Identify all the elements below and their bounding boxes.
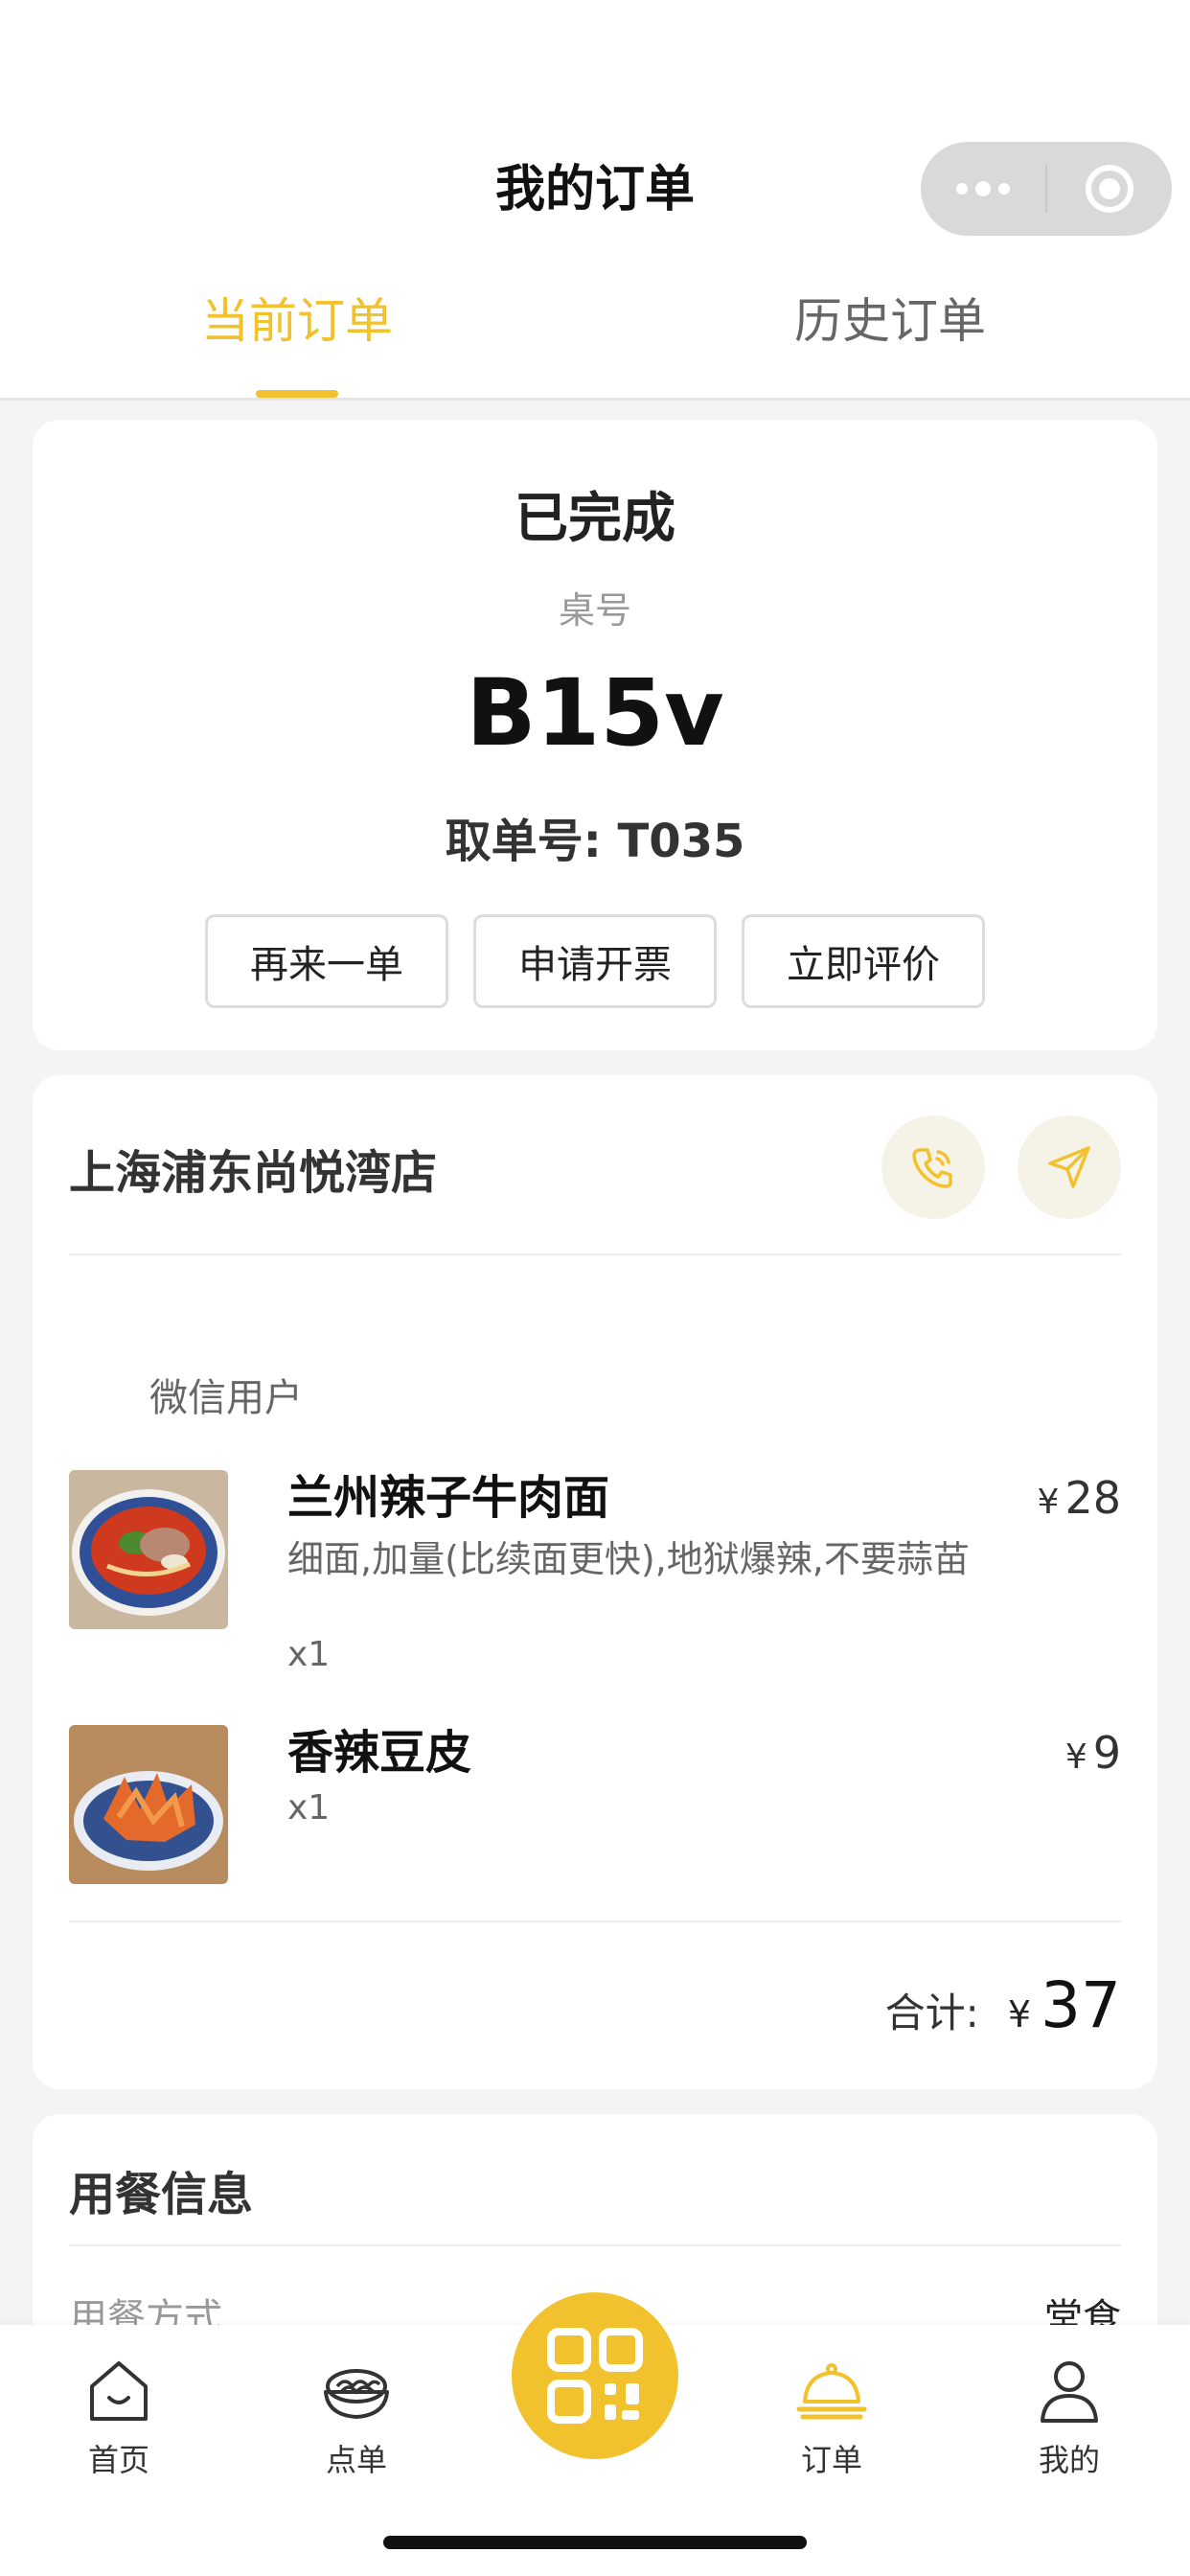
- store-name: 上海浦东尚悦湾店: [69, 1146, 438, 1200]
- food-image-beef-noodles: [69, 1470, 228, 1629]
- item-name: 香辣豆皮: [287, 1726, 472, 1780]
- order-item: 香辣豆皮 x1 ¥9: [69, 1725, 1121, 1888]
- currency-symbol: ¥: [1007, 1993, 1032, 2036]
- qr-code-icon: [547, 2328, 643, 2424]
- item-price-value: 28: [1064, 1472, 1121, 1524]
- request-invoice-button[interactable]: 申请开票: [473, 914, 717, 1008]
- item-name: 兰州辣子牛肉面: [287, 1471, 610, 1525]
- tabbar-label: 订单: [800, 2442, 862, 2478]
- cloche-icon: [796, 2363, 867, 2420]
- review-button[interactable]: 立即评价: [742, 914, 985, 1008]
- order-status: 已完成: [515, 488, 675, 550]
- active-tab-indicator: [256, 390, 338, 398]
- bowl-icon: [324, 2369, 389, 2419]
- person-icon: [1041, 2361, 1098, 2423]
- header: 我的订单 当前订单 历史订单: [0, 0, 1190, 401]
- currency-symbol: ¥: [1064, 1737, 1087, 1777]
- tab-history-orders[interactable]: 历史订单: [689, 288, 1091, 355]
- divider: [69, 1254, 1121, 1255]
- divider: [69, 2244, 1121, 2246]
- order-total: 合计: ¥ 37: [885, 1968, 1121, 2042]
- table-number: B15v: [466, 659, 724, 767]
- item-price: ¥28: [1038, 1472, 1121, 1524]
- more-dot-icon: [956, 183, 968, 195]
- user-name: 微信用户: [149, 1376, 303, 1420]
- currency-symbol: ¥: [1037, 1483, 1060, 1522]
- phone-icon: [912, 1148, 952, 1188]
- item-quantity: x1: [287, 1788, 331, 1828]
- dining-info-title: 用餐信息: [69, 2168, 254, 2221]
- order-item: 兰州辣子牛肉面 细面,加量(比续面更快),地狱爆辣,不要蒜苗 x1 ¥28: [69, 1470, 1121, 1690]
- food-image-spicy-tofu-skin: [69, 1725, 228, 1884]
- total-value: 37: [1041, 1968, 1121, 2042]
- close-mini-program-icon[interactable]: [1086, 165, 1133, 213]
- tabbar-item-me[interactable]: 我的: [1002, 2354, 1136, 2488]
- item-spec: 细面,加量(比续面更快),地狱爆辣,不要蒜苗: [287, 1538, 970, 1580]
- order-status-card: 已完成 桌号 B15v 取单号: T035 再来一单 申请开票 立即评价: [33, 420, 1157, 1050]
- mini-program-capsule: [921, 142, 1172, 236]
- home-indicator: [383, 2536, 807, 2549]
- item-quantity: x1: [287, 1635, 331, 1674]
- tabbar-item-home[interactable]: 首页: [52, 2354, 186, 2488]
- order-detail-card: 上海浦东尚悦湾店 微信用户 兰州辣子牛肉面 细面,加量(比续面更快),地狱爆辣,…: [33, 1075, 1157, 2089]
- item-price: ¥9: [1065, 1727, 1121, 1779]
- tabbar-label: 我的: [1038, 2442, 1100, 2478]
- navigate-store-button[interactable]: [1018, 1116, 1121, 1219]
- item-price-value: 9: [1092, 1727, 1121, 1779]
- capsule-divider: [1045, 165, 1047, 213]
- more-dot-icon: [998, 183, 1010, 195]
- scan-qr-button[interactable]: [506, 2287, 684, 2465]
- tabbar-item-orders[interactable]: 订单: [765, 2354, 899, 2488]
- reorder-button[interactable]: 再来一单: [205, 914, 448, 1008]
- total-label: 合计:: [884, 1990, 979, 2036]
- home-icon: [90, 2361, 148, 2421]
- navigate-icon: [1048, 1146, 1090, 1188]
- call-store-button[interactable]: [881, 1116, 985, 1219]
- pickup-number: 取单号: T035: [445, 815, 745, 868]
- tabbar-item-menu[interactable]: 点单: [289, 2354, 423, 2488]
- tabbar-label: 点单: [325, 2442, 387, 2478]
- more-dot-icon: [975, 181, 991, 196]
- tabbar-label: 首页: [87, 2442, 149, 2478]
- tab-current-orders[interactable]: 当前订单: [96, 288, 498, 355]
- more-menu-button[interactable]: [921, 142, 1045, 236]
- table-label: 桌号: [558, 589, 631, 632]
- divider: [69, 1920, 1121, 1922]
